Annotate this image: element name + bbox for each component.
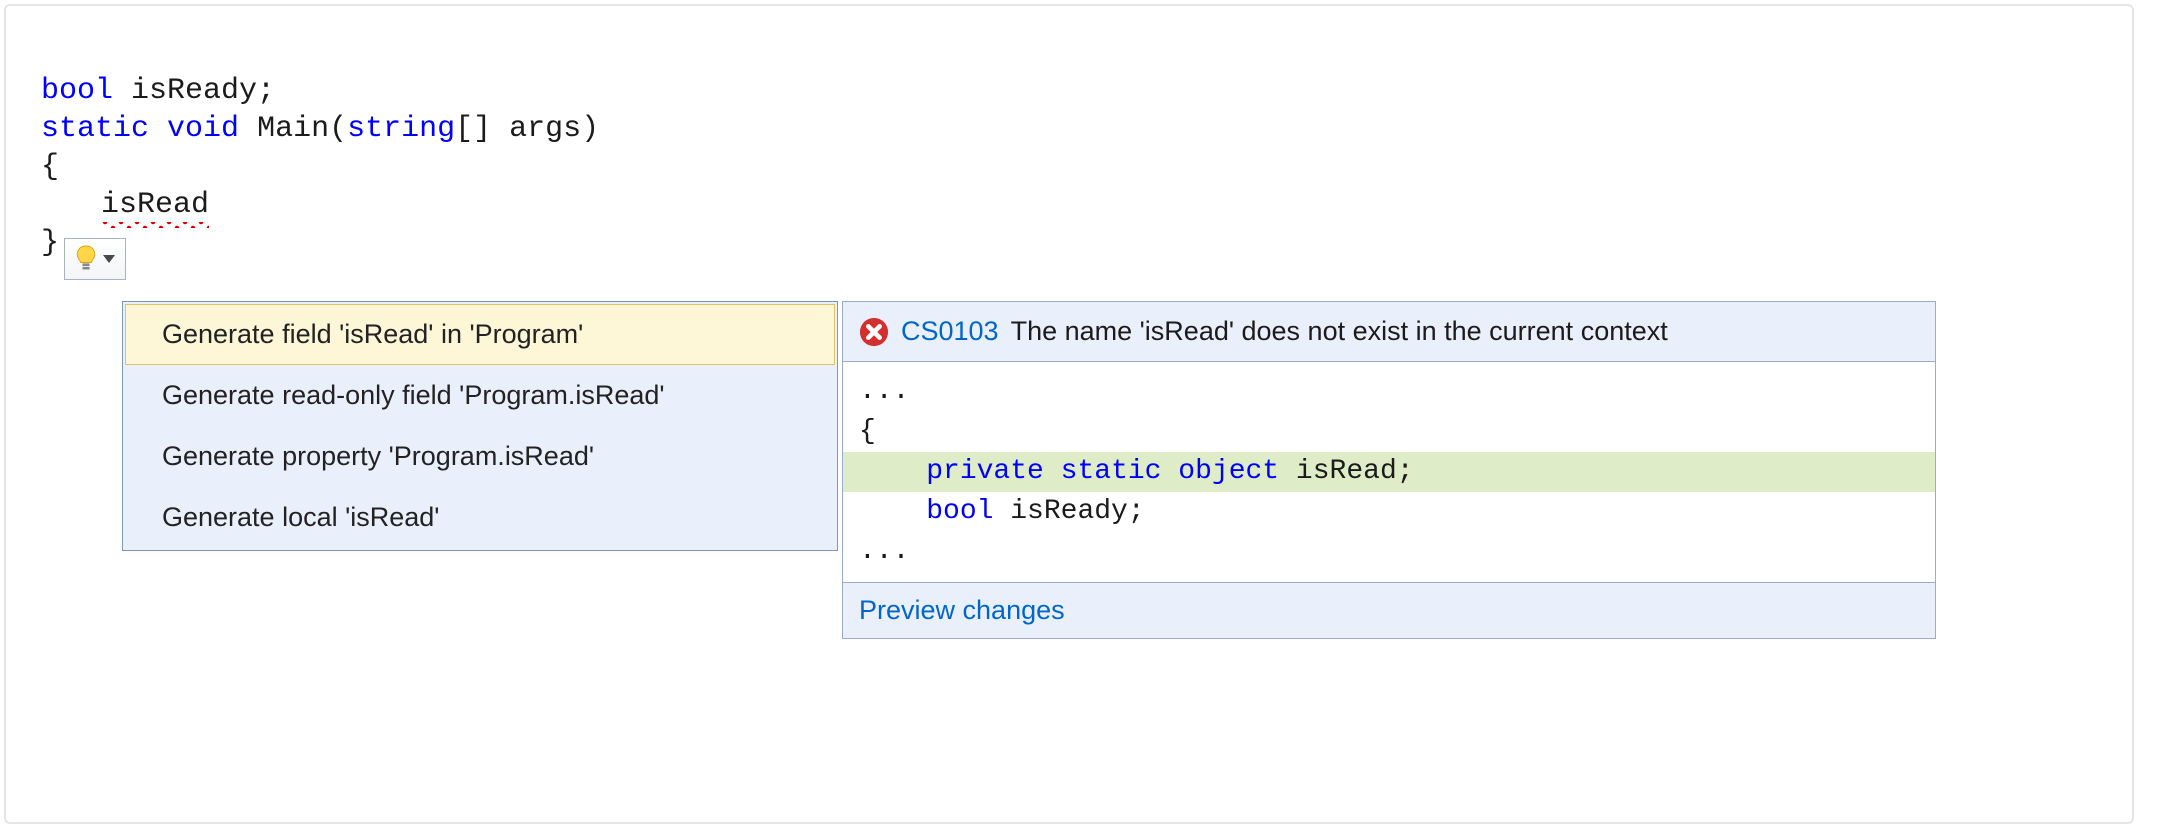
quick-action-generate-field[interactable]: Generate field 'isRead' in 'Program' bbox=[125, 304, 835, 365]
quick-action-generate-property[interactable]: Generate property 'Program.isRead' bbox=[125, 426, 835, 487]
chevron-down-icon bbox=[103, 255, 115, 263]
code-line-1: bool isReady; bbox=[41, 74, 275, 108]
error-message: The name 'isRead' does not exist in the … bbox=[1011, 316, 1668, 347]
quick-action-preview: CS0103 The name 'isRead' does not exist … bbox=[842, 301, 1936, 639]
lightbulb-button[interactable] bbox=[64, 238, 126, 280]
error-code[interactable]: CS0103 bbox=[901, 316, 999, 347]
preview-added-line: private static object isRead; bbox=[843, 452, 1935, 492]
code-line-5: } bbox=[41, 226, 59, 260]
code-line-4: isRead bbox=[41, 188, 209, 222]
preview-body: ... { private static object isRead; bool… bbox=[843, 362, 1935, 582]
preview-existing-line: bool isReady; bbox=[843, 492, 1935, 532]
quick-action-generate-local[interactable]: Generate local 'isRead' bbox=[125, 487, 835, 548]
keyword-void: void bbox=[167, 112, 239, 146]
type-string: string bbox=[347, 112, 455, 146]
quick-action-generate-readonly-field[interactable]: Generate read-only field 'Program.isRead… bbox=[125, 365, 835, 426]
editor-frame: bool isReady; static void Main(string[] … bbox=[4, 4, 2134, 824]
keyword-bool: bool bbox=[41, 74, 113, 108]
preview-header: CS0103 The name 'isRead' does not exist … bbox=[843, 302, 1935, 362]
error-icon bbox=[859, 317, 889, 347]
code-line-2: static void Main(string[] args) bbox=[41, 112, 599, 146]
preview-ellipsis-bottom: ... bbox=[843, 532, 1935, 572]
code-line-3: { bbox=[41, 150, 59, 184]
quick-actions-menu: Generate field 'isRead' in 'Program' Gen… bbox=[122, 301, 838, 551]
lightbulb-icon bbox=[75, 245, 97, 273]
error-identifier[interactable]: isRead bbox=[101, 186, 209, 224]
source-code: bool isReady; static void Main(string[] … bbox=[6, 10, 2132, 262]
preview-ellipsis-top: ... bbox=[843, 372, 1935, 412]
keyword-static: static bbox=[41, 112, 149, 146]
preview-brace-open: { bbox=[843, 412, 1935, 452]
preview-changes-link[interactable]: Preview changes bbox=[843, 582, 1935, 638]
